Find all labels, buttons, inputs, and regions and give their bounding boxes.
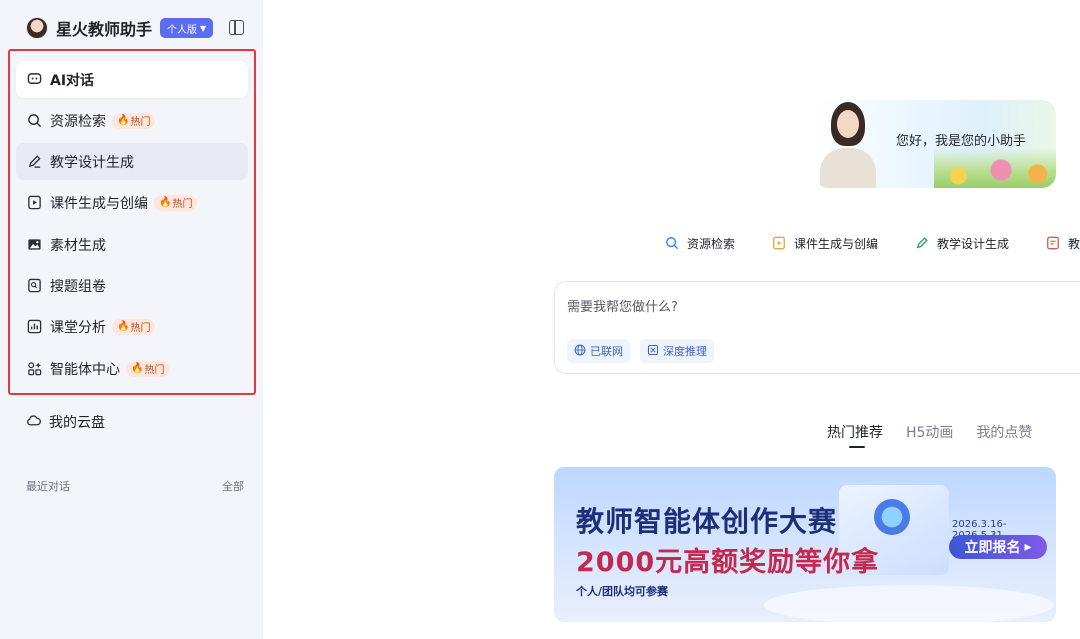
quick-action-teaching-design[interactable]: 教学设计生成	[914, 235, 1009, 252]
hot-badge: 🔥 热门	[154, 194, 198, 211]
sidebar-item-label: 课堂分析	[50, 319, 106, 336]
image-icon	[26, 237, 42, 253]
banner-subtitle: 2000元高额奖励等你拿	[576, 547, 880, 578]
agent-grid-icon	[26, 361, 42, 377]
sidebar-item-ai-chat[interactable]: AI对话	[16, 61, 248, 98]
flowers-decoration	[934, 148, 1056, 188]
doc-icon	[1045, 236, 1060, 251]
quick-action-courseware[interactable]: 课件生成与创编	[771, 235, 878, 252]
quick-action-lesson-plan[interactable]: 教案	[1045, 235, 1080, 252]
sidebar-item-label: 搜题组卷	[50, 278, 106, 295]
recent-label: 最近对话	[26, 480, 70, 493]
assistant-avatar	[818, 100, 876, 188]
hot-label: 热门	[130, 323, 151, 334]
sidebar-item-cloud[interactable]: 我的云盘	[26, 410, 105, 434]
sidebar-item-label: 课件生成与创编	[50, 195, 148, 212]
edition-dropdown[interactable]: 个人版 ▼	[160, 18, 214, 38]
flame-icon: 🔥	[159, 197, 172, 208]
reasoning-icon	[647, 344, 659, 359]
hot-badge: 🔥 热门	[112, 318, 156, 335]
brand-header: 星火教师助手 个人版 ▼	[26, 16, 214, 40]
pencil-icon	[914, 236, 929, 251]
stage-decoration	[764, 585, 1054, 622]
sidebar-item-courseware[interactable]: 课件生成与创编 🔥 热门	[16, 184, 248, 221]
tab-my-likes[interactable]: 我的点赞	[976, 422, 1032, 442]
content-tabs: 热门推荐 H5动画 我的点赞	[827, 422, 1055, 448]
deep-reasoning-label: 深度推理	[663, 345, 707, 358]
sidebar: 星火教师助手 个人版 ▼ AI对话 资源检索 🔥 热门 教学设计生成 课件生成与创…	[0, 0, 263, 639]
quick-action-label: 资源检索	[687, 236, 736, 251]
quick-actions: 资源检索 课件生成与创编 教学设计生成 教案	[664, 232, 1080, 254]
sidebar-item-label: 素材生成	[50, 237, 106, 254]
sidebar-item-class-analysis[interactable]: 课堂分析 🔥 热门	[16, 308, 248, 345]
hot-label: 热门	[144, 365, 165, 376]
chart-icon	[26, 319, 42, 335]
banner-title: 教师智能体创作大赛	[576, 505, 838, 538]
pencil-icon	[26, 154, 42, 170]
tab-h5-animation[interactable]: H5动画	[906, 422, 953, 442]
quick-action-label: 教学设计生成	[937, 236, 1010, 251]
sidebar-item-label: 资源检索	[50, 113, 106, 130]
all-link[interactable]: 全部	[222, 478, 244, 494]
tab-hot-recommend[interactable]: 热门推荐	[827, 422, 883, 448]
sidebar-item-label: 智能体中心	[50, 361, 120, 378]
flame-icon: 🔥	[131, 363, 144, 374]
caret-down-icon: ▼	[200, 23, 207, 33]
cloud-label: 我的云盘	[49, 415, 105, 431]
slides-icon	[771, 236, 786, 251]
hot-badge: 🔥 热门	[112, 112, 156, 129]
sidebar-item-label: 教学设计生成	[50, 154, 134, 171]
avatar[interactable]	[26, 17, 48, 39]
flame-icon: 🔥	[117, 321, 130, 332]
quick-action-resource-search[interactable]: 资源检索	[664, 235, 735, 252]
edition-label: 个人版	[167, 24, 198, 36]
play-arrow-icon: ▸	[1024, 539, 1032, 555]
cloud-icon	[26, 413, 42, 432]
hot-label: 热门	[172, 199, 193, 210]
deep-reasoning-toggle[interactable]: 深度推理	[640, 339, 714, 363]
web-search-label: 已联网	[590, 345, 623, 358]
paper-icon	[26, 278, 42, 294]
assistant-hero: 您好，我是您的小助手	[814, 100, 1056, 188]
chat-bubble-icon	[26, 72, 42, 88]
search-refresh-icon	[664, 236, 679, 251]
quick-action-label: 课件生成与创编	[794, 236, 879, 251]
banner-note: 个人/团队均可参赛	[576, 585, 669, 598]
hot-badge: 🔥 热门	[126, 360, 170, 377]
hot-label: 热门	[130, 117, 151, 128]
sidebar-toggle-icon[interactable]	[229, 20, 244, 35]
recent-header: 最近对话 全部	[26, 478, 244, 494]
slides-icon	[26, 195, 42, 211]
sidebar-item-material[interactable]: 素材生成	[16, 226, 248, 263]
sidebar-item-question-search[interactable]: 搜题组卷	[16, 267, 248, 304]
sidebar-item-agent-center[interactable]: 智能体中心 🔥 热门	[16, 350, 248, 387]
search-refresh-icon	[26, 113, 42, 129]
globe-icon	[574, 344, 586, 359]
register-button[interactable]: 立即报名 ▸	[949, 535, 1047, 559]
web-search-toggle[interactable]: 已联网	[567, 339, 630, 363]
sidebar-item-resource-search[interactable]: 资源检索 🔥 热门	[16, 102, 248, 139]
chat-input-box[interactable]: 需要我帮您做什么? 已联网 深度推理	[554, 281, 1080, 374]
register-label: 立即报名	[964, 540, 1021, 556]
quick-action-label: 教案	[1068, 236, 1080, 251]
sidebar-item-teaching-design[interactable]: 教学设计生成	[16, 143, 248, 180]
flame-icon: 🔥	[117, 115, 130, 126]
chat-input-placeholder[interactable]: 需要我帮您做什么?	[567, 296, 678, 315]
greeting-text: 您好，我是您的小助手	[896, 134, 1027, 149]
app-name: 星火教师助手	[56, 20, 153, 39]
sidebar-item-label: AI对话	[50, 72, 95, 89]
contest-banner[interactable]: 教师智能体创作大赛 2000元高额奖励等你拿 个人/团队均可参赛 2026.3.…	[554, 467, 1056, 622]
